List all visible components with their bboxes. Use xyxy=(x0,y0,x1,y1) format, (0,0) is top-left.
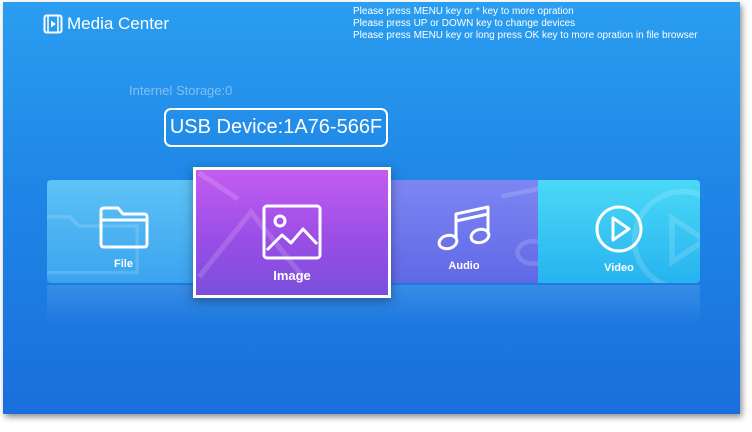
usb-device-label: USB Device:1A76-566F xyxy=(169,116,383,138)
tile-file[interactable]: File xyxy=(47,180,200,283)
hint-file-browser: Please press MENU key or long press OK k… xyxy=(353,30,698,41)
app-header: Media Center xyxy=(43,14,169,34)
music-note-watermark-icon xyxy=(501,186,540,266)
tile-video[interactable]: Video xyxy=(538,180,700,283)
key-hints: Please press MENU key or * key to more o… xyxy=(353,6,698,42)
folder-watermark-icon xyxy=(47,214,139,275)
hint-up-down: Please press UP or DOWN key to change de… xyxy=(353,18,576,29)
tile-image[interactable]: Image xyxy=(193,167,391,298)
hint-menu: Please press MENU key or * key to more o… xyxy=(353,6,574,17)
media-center-screen: Media Center Please press MENU key or * … xyxy=(3,2,740,414)
usb-device-selector[interactable]: USB Device:1A76-566F xyxy=(164,108,388,147)
play-film-icon xyxy=(43,14,63,34)
tile-audio[interactable]: Audio xyxy=(388,180,540,283)
image-watermark-icon xyxy=(196,170,306,279)
play-circle-watermark-icon xyxy=(631,188,700,283)
app-title: Media Center xyxy=(67,14,170,33)
internal-storage-item[interactable]: Internel Storage:0 xyxy=(129,83,232,98)
